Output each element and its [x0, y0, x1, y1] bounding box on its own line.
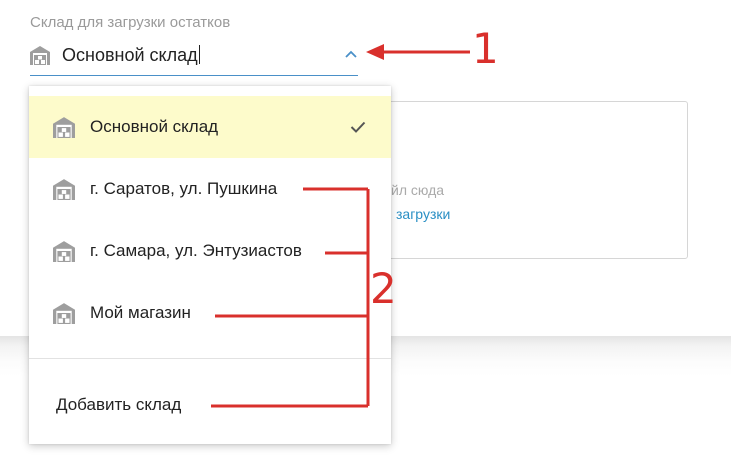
option-label: Основной склад — [90, 117, 219, 136]
upload-dropzone[interactable]: йл сюда загрузки — [360, 101, 688, 259]
warehouse-select[interactable]: Основной склад — [30, 38, 358, 76]
dropdown-divider — [29, 358, 391, 359]
option-saratov[interactable]: г. Саратов, ул. Пушкина — [29, 158, 391, 220]
warehouse-icon — [52, 302, 76, 329]
upload-hint: йл сюда — [391, 182, 445, 198]
upload-link[interactable]: загрузки — [396, 206, 450, 222]
option-main-warehouse[interactable]: Основной склад — [29, 96, 391, 158]
field-label: Склад для загрузки остатков — [30, 14, 231, 31]
warehouse-icon — [52, 178, 76, 205]
option-samara[interactable]: г. Самара, ул. Энтузиастов — [29, 220, 391, 282]
warehouse-icon — [52, 240, 76, 267]
check-icon — [350, 121, 366, 133]
warehouse-icon — [30, 45, 50, 70]
add-warehouse-button[interactable]: Добавить склад — [29, 376, 391, 432]
add-warehouse-label: Добавить склад — [56, 395, 182, 414]
annotation-number-1: 1 — [472, 24, 499, 73]
option-my-store[interactable]: Мой магазин — [29, 282, 391, 344]
option-label: г. Саратов, ул. Пушкина — [90, 179, 278, 198]
option-label: г. Самара, ул. Энтузиастов — [90, 241, 302, 260]
option-label: Мой магазин — [90, 303, 191, 322]
warehouse-icon — [52, 116, 76, 143]
warehouse-dropdown: Основной склад г. Саратов, ул. Пушкина г… — [29, 86, 391, 444]
chevron-up-icon[interactable] — [344, 47, 358, 61]
select-value[interactable]: Основной склад — [62, 45, 200, 66]
annotation-number-2: 2 — [370, 264, 397, 313]
